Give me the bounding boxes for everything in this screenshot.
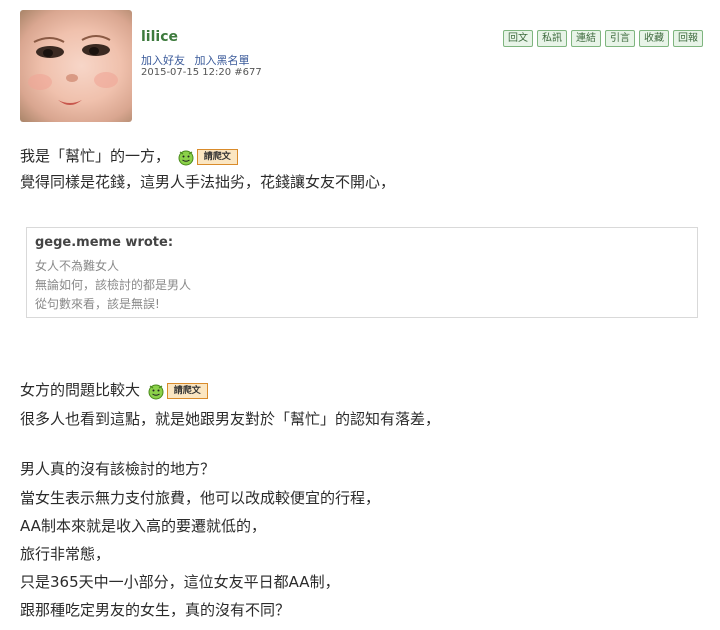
- smiley-icon: [177, 147, 195, 167]
- post-text-line: 覺得同樣是花錢，這男人手法拙劣，花錢讓女友不開心，: [20, 173, 396, 191]
- post-actions: 回文 私訊 連結 引言 收藏 回報: [503, 30, 703, 47]
- quote-button[interactable]: 引言: [605, 30, 635, 47]
- post-text-line: 旅行非常態，: [20, 545, 111, 563]
- private-message-button[interactable]: 私訊: [537, 30, 567, 47]
- link-button[interactable]: 連結: [571, 30, 601, 47]
- reply-button[interactable]: 回文: [503, 30, 533, 47]
- add-friend-link[interactable]: 加入好友: [141, 54, 185, 67]
- user-links: 加入好友 加入黑名單: [141, 52, 256, 68]
- post-meta: 2015-07-15 12:20 #677: [141, 67, 262, 78]
- post-text-line: AA制本來就是收入高的要遷就低的，: [20, 517, 266, 535]
- quote-line: 從句數來看，該是無誤!: [35, 297, 160, 311]
- post-text-line: 我是「幫忙」的一方， 請爬文: [20, 146, 238, 167]
- report-button[interactable]: 回報: [673, 30, 703, 47]
- post-text-line: 很多人也看到這點，就是她跟男友對於「幫忙」的認知有落差，: [20, 410, 441, 428]
- smiley-icon: [147, 381, 165, 401]
- avatar[interactable]: [20, 10, 132, 122]
- post-text-line: 跟那種吃定男友的女生，真的沒有不同？: [20, 601, 291, 619]
- add-blacklist-link[interactable]: 加入黑名單: [195, 54, 250, 67]
- user-name-link[interactable]: lilice: [141, 29, 178, 45]
- search-first-tag: 請爬文: [196, 148, 238, 165]
- search-first-tag: 請爬文: [166, 382, 208, 399]
- quote-author: gege.meme wrote:: [35, 235, 174, 250]
- quote-line: 女人不為難女人: [35, 259, 120, 273]
- favorite-button[interactable]: 收藏: [639, 30, 669, 47]
- post-text-line: 只是365天中一小部分，這位女友平日都AA制，: [20, 573, 340, 591]
- post-text-line: 男人真的沒有該檢討的地方？: [20, 460, 216, 478]
- quote-line: 無論如何，該檢討的都是男人: [35, 278, 192, 292]
- post-text-line: 女方的問題比較大 請爬文: [20, 380, 208, 401]
- quote-block: gege.meme wrote: 女人不為難女人 無論如何，該檢討的都是男人 從…: [26, 227, 698, 318]
- post-text-line: 當女生表示無力支付旅費，他可以改成較便宜的行程，: [20, 489, 381, 507]
